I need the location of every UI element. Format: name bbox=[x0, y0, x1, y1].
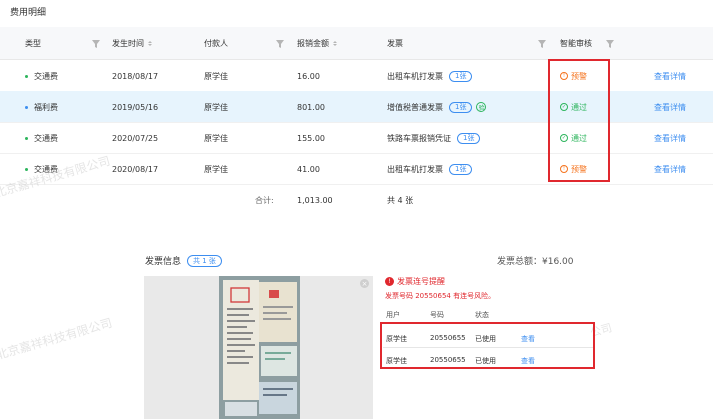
type-cell: 交通费 bbox=[25, 60, 58, 92]
col-invoice-label: 发票 bbox=[387, 38, 403, 48]
view-details-link[interactable]: 查看详情 bbox=[654, 91, 686, 123]
view-details-link[interactable]: 查看详情 bbox=[654, 60, 686, 92]
invoice-count-pill[interactable]: 1张 bbox=[449, 70, 473, 82]
col-type-label: 类型 bbox=[25, 38, 41, 48]
invoice-type-label: 增值税普通发票 bbox=[387, 102, 443, 112]
type-label: 福利费 bbox=[34, 102, 58, 112]
invoice-info-title: 发票信息 bbox=[145, 257, 182, 267]
sort-icon[interactable] bbox=[148, 40, 152, 46]
invoice-count-pill[interactable]: 共 1 张 bbox=[187, 254, 222, 267]
col-payer: 付款人 bbox=[204, 38, 228, 49]
receipt-image bbox=[219, 276, 300, 419]
table-header: 类型 发生时间 付款人 报销金额 发票 智能审核 bbox=[0, 27, 713, 60]
amount-cell: 155.00 bbox=[297, 133, 325, 143]
date-cell: 2020/08/17 bbox=[112, 164, 159, 174]
invoice-cell: 铁路车票报销凭证 1张 bbox=[387, 122, 481, 154]
type-label: 交通费 bbox=[34, 133, 58, 143]
amount-cell: 801.00 bbox=[297, 102, 325, 112]
date-cell: 2018/08/17 bbox=[112, 71, 159, 81]
filter-icon[interactable] bbox=[276, 40, 284, 48]
duplicate-highlight-box bbox=[380, 322, 595, 369]
view-details-link[interactable]: 查看详情 bbox=[654, 122, 686, 154]
audit-highlight-box bbox=[548, 59, 610, 182]
payer-cell: 原学佳 bbox=[204, 164, 228, 174]
filter-icon[interactable] bbox=[92, 40, 100, 48]
invoice-cell: 增值税普通发票 1张验 bbox=[387, 91, 487, 123]
close-icon[interactable]: × bbox=[360, 279, 369, 288]
payer-cell: 原学佳 bbox=[204, 133, 228, 143]
invoice-cell: 出租车机打发票 1张 bbox=[387, 153, 473, 185]
col-amount-label: 报销金额 bbox=[297, 38, 329, 48]
filter-icon[interactable] bbox=[538, 40, 546, 48]
type-dot-icon bbox=[25, 105, 28, 109]
type-dot-icon bbox=[25, 136, 28, 140]
alert-title: 发票连号提醒 bbox=[397, 277, 445, 286]
sort-icon[interactable] bbox=[333, 40, 337, 46]
invoice-count-pill[interactable]: 1张 bbox=[449, 101, 473, 113]
invoice-type-label: 铁路车票报销凭证 bbox=[387, 133, 451, 143]
summary-label: 合计: bbox=[255, 195, 274, 205]
invoice-type-label: 出租车机打发票 bbox=[387, 71, 443, 81]
date-cell: 2020/07/25 bbox=[112, 133, 159, 143]
invoice-preview[interactable]: × bbox=[144, 276, 373, 419]
type-cell: 交通费 bbox=[25, 122, 58, 154]
col-amount[interactable]: 报销金额 bbox=[297, 38, 337, 49]
type-label: 交通费 bbox=[34, 71, 58, 81]
section-title: 费用明细 bbox=[10, 8, 47, 18]
payer-cell: 原学佳 bbox=[204, 102, 228, 112]
expense-table: 类型 发生时间 付款人 报销金额 发票 智能审核 交通费 2018/08/17 原学… bbox=[0, 27, 713, 205]
col-payer-label: 付款人 bbox=[204, 38, 228, 48]
col-invoice: 发票 bbox=[387, 38, 403, 49]
invoice-info-header: 发票信息 共 1 张 bbox=[145, 254, 222, 267]
invoice-cell: 出租车机打发票 1张 bbox=[387, 60, 473, 92]
invoice-count-pill[interactable]: 1张 bbox=[457, 132, 481, 144]
col-date[interactable]: 发生时间 bbox=[112, 38, 152, 49]
col-audit-label: 智能审核 bbox=[560, 38, 592, 48]
type-dot-icon bbox=[25, 167, 28, 171]
invoice-total: 发票总额：¥16.00 bbox=[497, 257, 574, 267]
amount-cell: 16.00 bbox=[297, 71, 320, 81]
payer-cell: 原学佳 bbox=[204, 71, 228, 81]
col-type: 类型 bbox=[25, 38, 41, 49]
alert-message: 发票号码 20550654 有连号风险。 bbox=[385, 292, 496, 300]
duplicate-alert: ! 发票连号提醒 发票号码 20550654 有连号风险。 bbox=[385, 276, 495, 301]
type-dot-icon bbox=[25, 74, 28, 78]
invoice-type-label: 出租车机打发票 bbox=[387, 164, 443, 174]
filter-icon[interactable] bbox=[606, 40, 614, 48]
amount-cell: 41.00 bbox=[297, 164, 320, 174]
col-audit: 智能审核 bbox=[560, 38, 592, 49]
date-cell: 2019/05/16 bbox=[112, 102, 159, 112]
col-date-label: 发生时间 bbox=[112, 38, 144, 48]
verified-icon: 验 bbox=[476, 102, 487, 112]
view-details-link[interactable]: 查看详情 bbox=[654, 153, 686, 185]
exclamation-icon: ! bbox=[385, 277, 394, 286]
summary-amount: 1,013.00 bbox=[297, 195, 333, 205]
invoice-count-pill[interactable]: 1张 bbox=[449, 163, 473, 175]
type-cell: 福利费 bbox=[25, 91, 58, 123]
watermark: 北京嘉祥科技有限公司 bbox=[0, 315, 114, 363]
summary-row: 合计: 1,013.00 共 4 张 bbox=[0, 184, 713, 216]
summary-count: 共 4 张 bbox=[387, 195, 414, 205]
